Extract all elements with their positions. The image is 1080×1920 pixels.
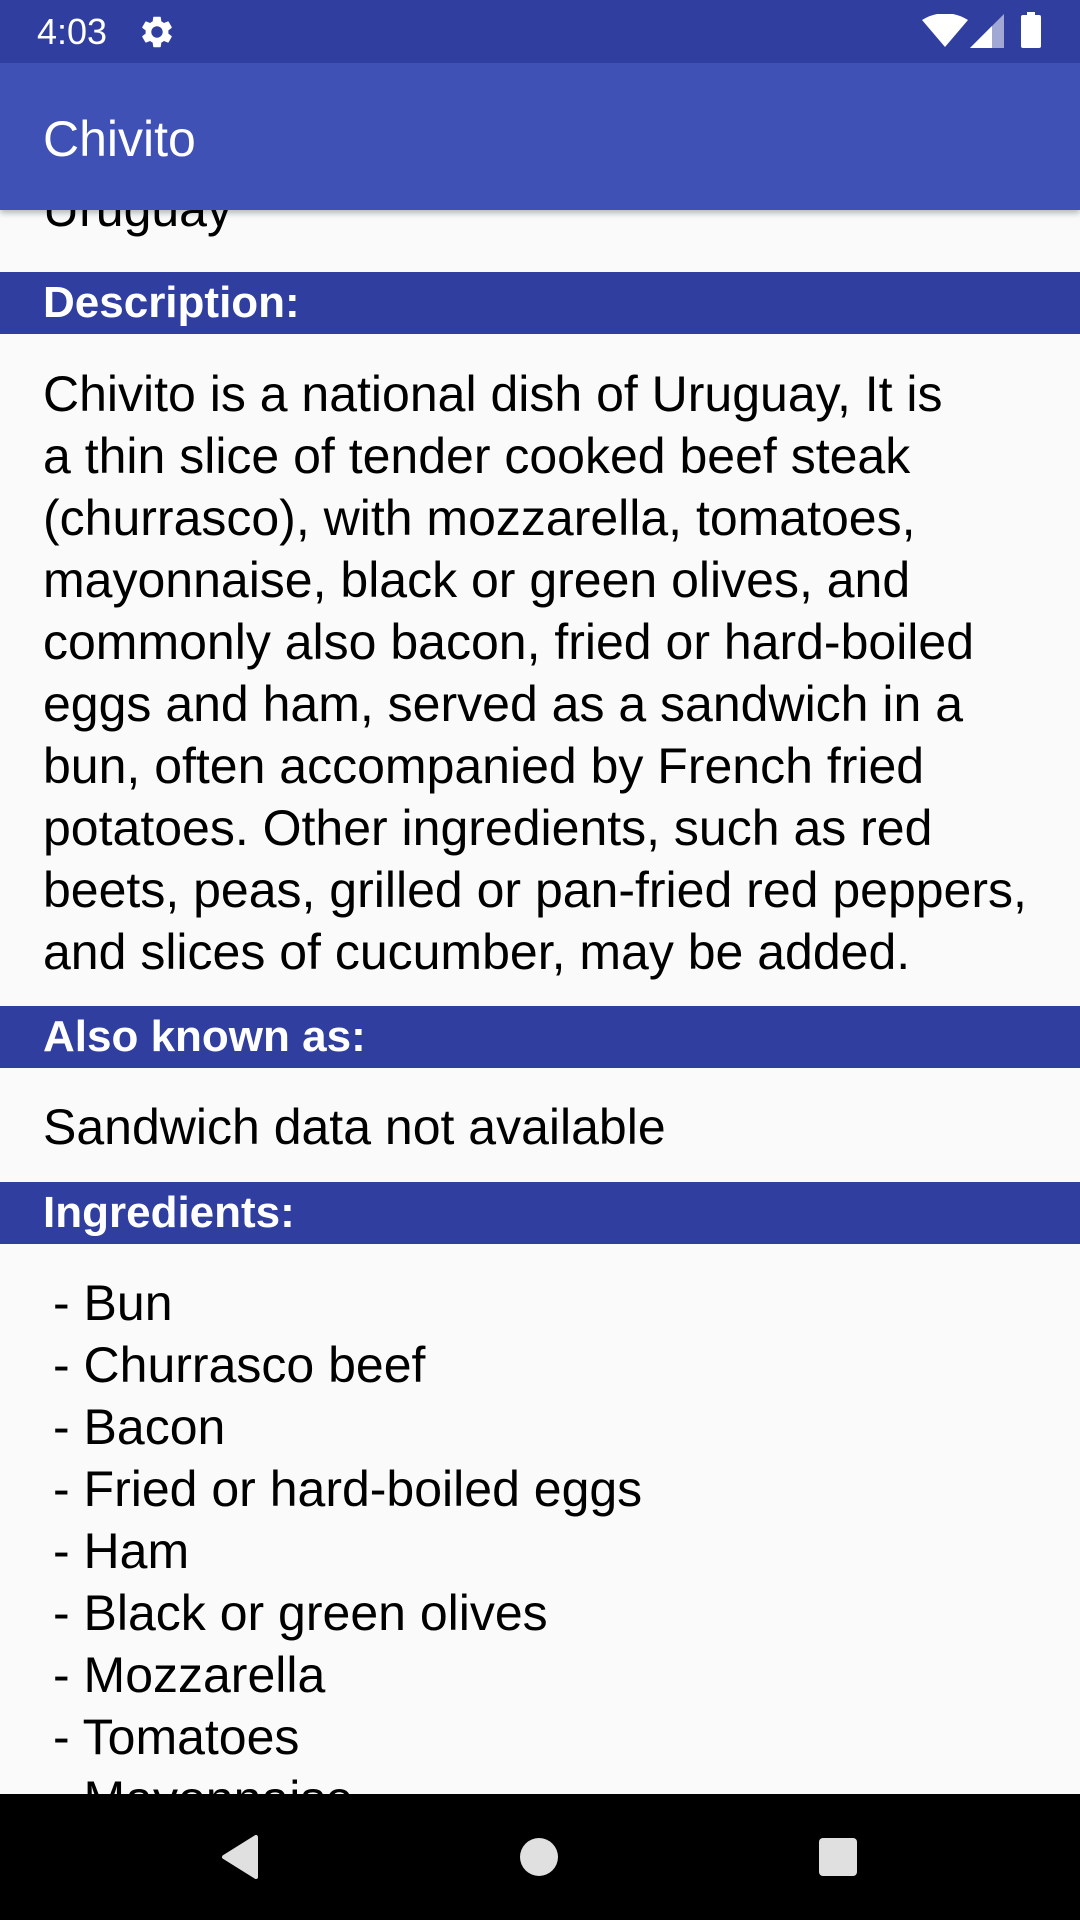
also-known-as-header-label: Also known as: <box>43 1012 366 1061</box>
ingredient-item: - Bun <box>53 1275 173 1331</box>
back-icon[interactable] <box>210 1827 270 1887</box>
battery-icon <box>1021 12 1041 48</box>
description-text: Chivito is a national dish of Uruguay, I… <box>43 363 1073 983</box>
ingredient-item: - Bacon <box>53 1399 226 1455</box>
ingredient-item: - Ham <box>53 1523 190 1579</box>
ingredient-item: - Mayonnaise <box>53 1768 642 1794</box>
ingredients-header-label: Ingredients: <box>43 1188 295 1237</box>
description-line: bun, often accompanied by French fried <box>43 738 925 794</box>
recents-icon[interactable] <box>808 1827 868 1887</box>
ingredient-item: - Fried or hard-boiled eggs <box>53 1461 643 1517</box>
description-line: potatoes. Other ingredients, such as red <box>43 800 933 856</box>
description-line: commonly also bacon, fried or hard-boile… <box>43 614 975 670</box>
also-known-as-value: Sandwich data not available <box>43 1099 666 1155</box>
wifi-icon <box>922 14 968 47</box>
description-line: beets, peas, grilled or pan-fried red pe… <box>43 862 1027 918</box>
description-header: Description: <box>0 272 1080 334</box>
status-bar: 4:03 <box>0 0 1080 63</box>
description-line: (churrasco), with mozzarella, tomatoes, <box>43 490 916 546</box>
ingredients-header: Ingredients: <box>0 1182 1080 1244</box>
sandwich-detail-content[interactable]: Uruguay Description: Chivito is a nation… <box>0 0 1080 1794</box>
description-line: mayonnaise, black or green olives, and <box>43 552 911 608</box>
ingredients-list: - Bun - Churrasco beef - Bacon - Fried o… <box>53 1272 642 1794</box>
home-icon[interactable] <box>509 1827 569 1887</box>
ingredient-item: - Mozzarella <box>53 1647 326 1703</box>
gear-icon <box>142 16 172 48</box>
app-title: Chivito <box>43 111 196 167</box>
status-time: 4:03 <box>37 11 108 52</box>
description-line: Chivito is a national dish of Uruguay, I… <box>43 366 943 422</box>
signal-icon <box>970 14 1004 48</box>
ingredient-item: - Churrasco beef <box>53 1337 426 1393</box>
app-bar: Chivito <box>0 63 1080 210</box>
screen: Uruguay Description: Chivito is a nation… <box>0 0 1080 1920</box>
navigation-bar <box>0 1794 1080 1920</box>
description-header-label: Description: <box>43 278 300 327</box>
also-known-as-header: Also known as: <box>0 1006 1080 1068</box>
description-line: a thin slice of tender cooked beef steak <box>43 428 911 484</box>
ingredient-item: - Tomatoes <box>53 1709 300 1765</box>
description-line: eggs and ham, served as a sandwich in a <box>43 676 963 732</box>
ingredient-item: - Black or green olives <box>53 1585 548 1641</box>
description-line: and slices of cucumber, may be added. <box>43 924 911 980</box>
